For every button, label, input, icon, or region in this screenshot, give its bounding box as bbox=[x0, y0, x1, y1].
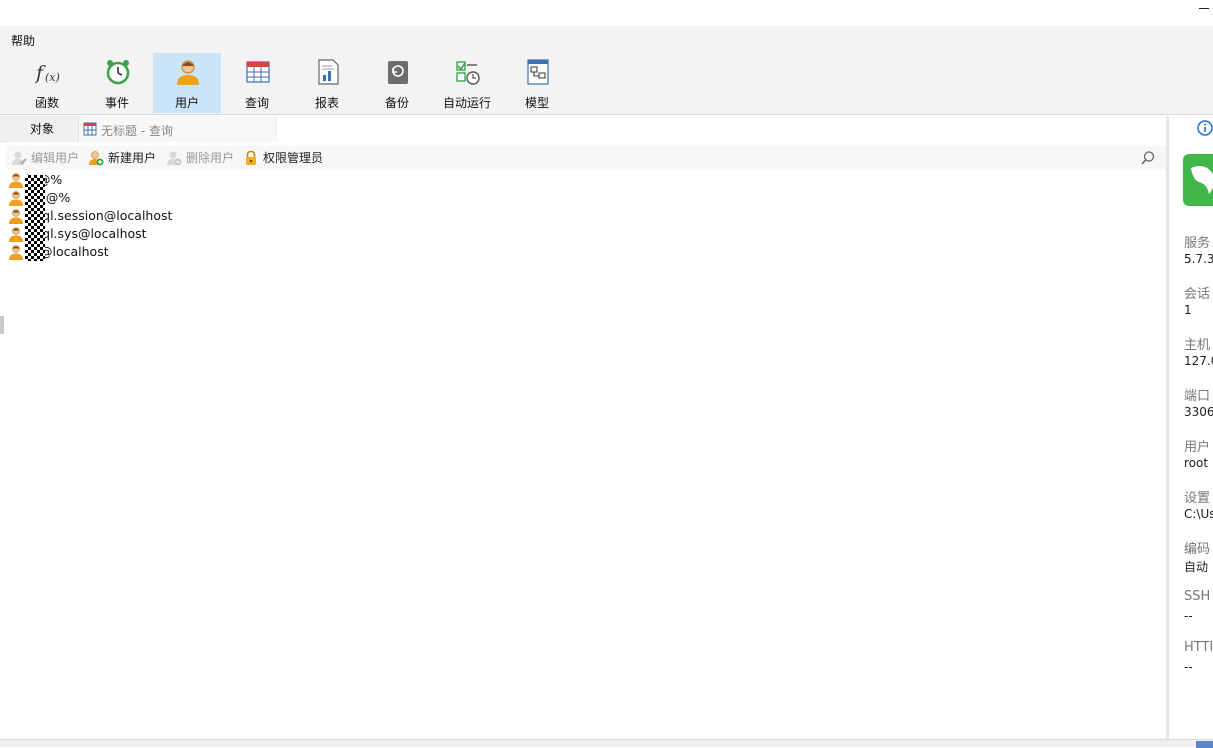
server-version-label: 服务 bbox=[1184, 236, 1211, 251]
settings-location-value: C:\Us bbox=[1184, 507, 1213, 521]
backup-icon bbox=[388, 61, 408, 84]
user-list-item[interactable]: r t@localhost bbox=[6, 243, 406, 261]
ribbon-users-button[interactable]: 用户 bbox=[153, 53, 221, 113]
model-icon bbox=[527, 59, 549, 85]
user-icon bbox=[9, 191, 23, 206]
status-bar bbox=[0, 739, 1213, 748]
ribbon-events-button[interactable]: 事件 bbox=[83, 53, 151, 113]
minimize-button[interactable] bbox=[1199, 8, 1209, 9]
info-icon[interactable] bbox=[1197, 120, 1213, 136]
http-label: HTTI bbox=[1184, 640, 1213, 655]
tab-objects[interactable]: 对象 bbox=[6, 116, 78, 142]
lock-icon bbox=[246, 150, 256, 165]
table-query-icon bbox=[246, 61, 270, 83]
new-user-icon bbox=[89, 151, 104, 166]
user-icon bbox=[9, 227, 23, 242]
ribbon-backup-button[interactable]: 备份 bbox=[363, 53, 431, 113]
delete-user-button[interactable]: 删除用户 bbox=[166, 150, 242, 166]
function-icon: f (x) bbox=[35, 62, 60, 84]
session-label: 会话 bbox=[1184, 287, 1211, 302]
new-user-label: 新建用户 bbox=[108, 151, 157, 165]
menu-help[interactable]: 帮助 bbox=[11, 32, 35, 49]
query-tab-icon bbox=[83, 122, 97, 136]
user-list: b @% b n@% m ql.session@localhost m ql.s… bbox=[6, 171, 1164, 739]
http-value: -- bbox=[1184, 660, 1193, 674]
edit-user-button[interactable]: 编辑用户 bbox=[11, 150, 87, 166]
session-value: 1 bbox=[1184, 303, 1192, 317]
edit-user-icon bbox=[12, 151, 27, 165]
user-icon bbox=[9, 209, 23, 224]
ribbon-queries-button[interactable]: 查询 bbox=[223, 53, 291, 113]
ssh-value: -- bbox=[1184, 609, 1193, 623]
tab-untitled-query[interactable]: 无标题 - 查询 bbox=[78, 116, 276, 142]
tab-bar: 对象 无标题 - 查询 bbox=[0, 116, 1166, 142]
ribbon-models-label: 模型 bbox=[524, 96, 549, 110]
ribbon-queries-label: 查询 bbox=[244, 96, 269, 110]
ribbon-automation-button[interactable]: 自动运行 bbox=[433, 53, 501, 113]
ribbon-reports-label: 报表 bbox=[314, 96, 339, 110]
alarm-clock-icon bbox=[106, 60, 130, 85]
port-value: 3306 bbox=[1184, 405, 1213, 419]
ribbon-functions-label: 函数 bbox=[34, 96, 59, 110]
ribbon-toolbar: f (x) 函数 事件 用户 查询 报表 备份 自动运行 模型 bbox=[0, 52, 1213, 115]
svg-text:(x): (x) bbox=[45, 71, 60, 84]
ssh-label: SSH bbox=[1184, 589, 1211, 604]
user-toolbar: 编辑用户 新建用户 删除用户 权限管理员 bbox=[6, 146, 1166, 170]
new-user-button[interactable]: 新建用户 bbox=[88, 150, 164, 166]
server-version-value: 5.7.3 bbox=[1184, 252, 1213, 266]
ribbon-automation-label: 自动运行 bbox=[442, 96, 491, 110]
edit-user-label: 编辑用户 bbox=[31, 151, 80, 165]
menu-bar: 帮助 bbox=[0, 26, 1213, 52]
user-icon bbox=[177, 60, 199, 85]
info-panel: 服务 5.7.3 会话 1 主机 127.0 端口 3306 用户 root 设… bbox=[1169, 116, 1213, 739]
username-value: root bbox=[1184, 456, 1209, 470]
encoding-label: 编码 bbox=[1184, 542, 1211, 557]
privilege-manager-button[interactable]: 权限管理员 bbox=[243, 150, 333, 166]
settings-location-label: 设置 bbox=[1184, 491, 1211, 506]
user-list-item[interactable]: m ql.sys@localhost bbox=[6, 225, 406, 243]
ribbon-users-label: 用户 bbox=[174, 96, 199, 110]
privilege-manager-label: 权限管理员 bbox=[263, 151, 324, 165]
mysql-connection-logo bbox=[1183, 154, 1213, 206]
tab-untitled-query-label: 无标题 - 查询 bbox=[101, 124, 173, 138]
title-bar bbox=[0, 0, 1213, 26]
dolphin-icon bbox=[1191, 166, 1213, 194]
ribbon-reports-button[interactable]: 报表 bbox=[293, 53, 361, 113]
user-icon bbox=[9, 245, 23, 260]
user-icon bbox=[9, 173, 23, 188]
scheduled-task-icon bbox=[456, 61, 480, 85]
delete-user-icon bbox=[167, 151, 182, 166]
ribbon-models-button[interactable]: 模型 bbox=[503, 53, 571, 113]
redaction-pattern bbox=[25, 175, 45, 261]
ribbon-events-label: 事件 bbox=[104, 96, 129, 110]
host-value: 127.0 bbox=[1184, 354, 1213, 368]
port-label: 端口 bbox=[1184, 389, 1211, 404]
ribbon-backup-label: 备份 bbox=[384, 96, 409, 110]
user-list-item[interactable]: b @% bbox=[6, 171, 406, 189]
delete-user-label: 删除用户 bbox=[186, 151, 235, 165]
user-name: m ql.session@localhost bbox=[26, 208, 173, 223]
user-list-item[interactable]: m ql.session@localhost bbox=[6, 207, 406, 225]
tab-bar-empty bbox=[277, 116, 1166, 142]
encoding-value: 自动 bbox=[1184, 560, 1209, 574]
ribbon-functions-button[interactable]: f (x) 函数 bbox=[13, 53, 81, 113]
username-label: 用户 bbox=[1184, 440, 1211, 455]
user-list-item[interactable]: b n@% bbox=[6, 189, 406, 207]
report-icon bbox=[318, 59, 339, 85]
search-icon[interactable] bbox=[1140, 150, 1156, 166]
left-panel-splitter[interactable] bbox=[0, 316, 4, 334]
host-label: 主机 bbox=[1184, 338, 1211, 353]
